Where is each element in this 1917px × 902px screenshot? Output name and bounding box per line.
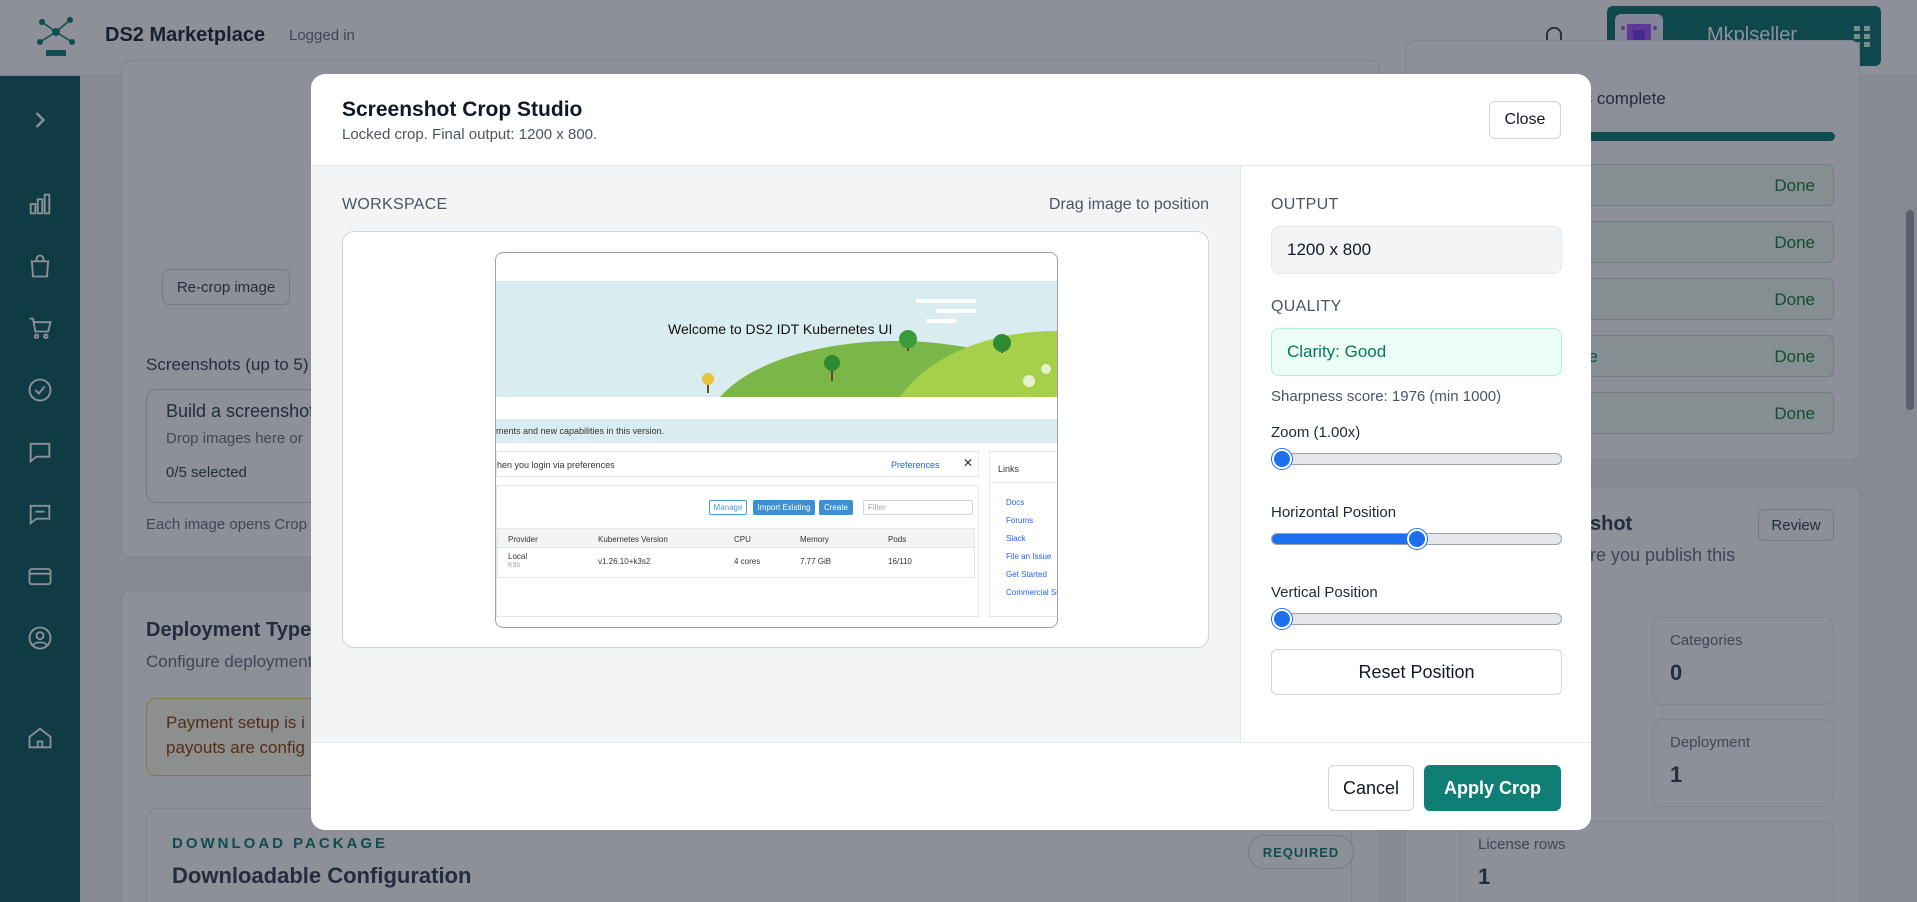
preview-td: 16/110 bbox=[888, 557, 912, 566]
preview-th: Memory bbox=[800, 535, 829, 544]
quality-status: Clarity: Good bbox=[1271, 328, 1562, 376]
preview-links-panel: Links Docs Forums Slack File an Issue Ge… bbox=[989, 451, 1058, 617]
settings-panel: OUTPUT 1200 x 800 QUALITY Clarity: Good … bbox=[1240, 166, 1591, 742]
modal-subtitle: Locked crop. Final output: 1200 x 800. bbox=[342, 126, 598, 143]
close-button[interactable]: Close bbox=[1489, 101, 1561, 139]
preview-th: CPU bbox=[734, 535, 751, 544]
preview-close-icon: ✕ bbox=[963, 456, 974, 470]
preview-td: Local bbox=[508, 552, 528, 561]
preview-import-button: Import Existing bbox=[753, 500, 815, 515]
preview-link: File an Issue bbox=[1006, 552, 1052, 561]
preview-th: Provider bbox=[508, 535, 538, 544]
crop-studio-modal: Screenshot Crop Studio Locked crop. Fina… bbox=[311, 74, 1591, 830]
reset-position-button[interactable]: Reset Position bbox=[1271, 649, 1562, 695]
horizontal-slider[interactable] bbox=[1271, 529, 1562, 549]
preview-welcome: Welcome to DS2 IDT Kubernetes UI bbox=[668, 321, 893, 337]
preview-info-banner: ments and new capabilities in this versi… bbox=[496, 419, 1057, 443]
preview-th: Kubernetes Version bbox=[598, 535, 668, 544]
preview-td: v1.26.10+k3s2 bbox=[598, 557, 651, 566]
preview-td: 4 cores bbox=[734, 557, 761, 566]
preview-cluster-panel: Manage Import Existing Create Filter Pro… bbox=[496, 485, 979, 617]
preview-td: K3s bbox=[508, 562, 521, 569]
preview-link: Get Started bbox=[1006, 570, 1047, 579]
preview-preferences-link: Preferences bbox=[891, 460, 940, 470]
modal-header: Screenshot Crop Studio Locked crop. Fina… bbox=[311, 74, 1591, 166]
horizontal-slider-fill bbox=[1272, 534, 1417, 544]
zoom-label: Zoom (1.00x) bbox=[1271, 424, 1361, 441]
horizontal-label: Horizontal Position bbox=[1271, 504, 1397, 521]
preview-links-title: Links bbox=[998, 464, 1020, 474]
modal-title: Screenshot Crop Studio bbox=[342, 98, 583, 121]
vertical-slider[interactable] bbox=[1271, 609, 1562, 629]
preview-link: Docs bbox=[1006, 498, 1025, 507]
workspace-label: WORKSPACE bbox=[342, 196, 448, 213]
workspace-hint: Drag image to position bbox=[1048, 196, 1209, 213]
preview-link: Slack bbox=[1006, 534, 1026, 543]
preview-link: Commercial Su bbox=[1006, 588, 1058, 597]
vertical-label: Vertical Position bbox=[1271, 584, 1378, 601]
output-size-field: 1200 x 800 bbox=[1271, 226, 1562, 274]
modal-footer: Cancel Apply Crop bbox=[311, 742, 1591, 830]
zoom-slider[interactable] bbox=[1271, 449, 1562, 469]
preview-manage-button: Manage bbox=[709, 500, 747, 515]
workspace-frame: Welcome to DS2 IDT Kubernetes UI ments a… bbox=[342, 231, 1209, 648]
quality-label: QUALITY bbox=[1271, 298, 1342, 315]
preview-banner-text: ments and new capabilities in this versi… bbox=[496, 426, 665, 436]
preview-create-button: Create bbox=[819, 500, 853, 515]
preview-td: 7.77 GiB bbox=[800, 557, 832, 566]
preview-pref-panel: hen you login via preferences Preference… bbox=[496, 451, 979, 477]
cancel-button[interactable]: Cancel bbox=[1328, 765, 1414, 811]
preview-hero: Welcome to DS2 IDT Kubernetes UI bbox=[496, 281, 1057, 397]
preview-link: Forums bbox=[1006, 516, 1034, 525]
preview-table-row: Local K3s v1.26.10+k3s2 4 cores 7.77 GiB… bbox=[497, 548, 975, 578]
zoom-slider-thumb[interactable] bbox=[1272, 449, 1292, 469]
preview-filter-input: Filter bbox=[863, 500, 973, 515]
vertical-slider-thumb[interactable] bbox=[1272, 609, 1292, 629]
preview-table-header: Provider Kubernetes Version CPU Memory P… bbox=[497, 528, 975, 548]
apply-crop-button[interactable]: Apply Crop bbox=[1424, 765, 1561, 811]
preview-pref-text: hen you login via preferences bbox=[497, 460, 615, 470]
sharpness-score: Sharpness score: 1976 (min 1000) bbox=[1271, 388, 1502, 405]
workspace-panel: WORKSPACE Drag image to position Welcome… bbox=[311, 166, 1240, 742]
crop-preview-image[interactable]: Welcome to DS2 IDT Kubernetes UI ments a… bbox=[495, 252, 1058, 628]
preview-th: Pods bbox=[888, 535, 907, 544]
output-label: OUTPUT bbox=[1271, 196, 1339, 213]
horizontal-slider-thumb[interactable] bbox=[1406, 529, 1427, 549]
